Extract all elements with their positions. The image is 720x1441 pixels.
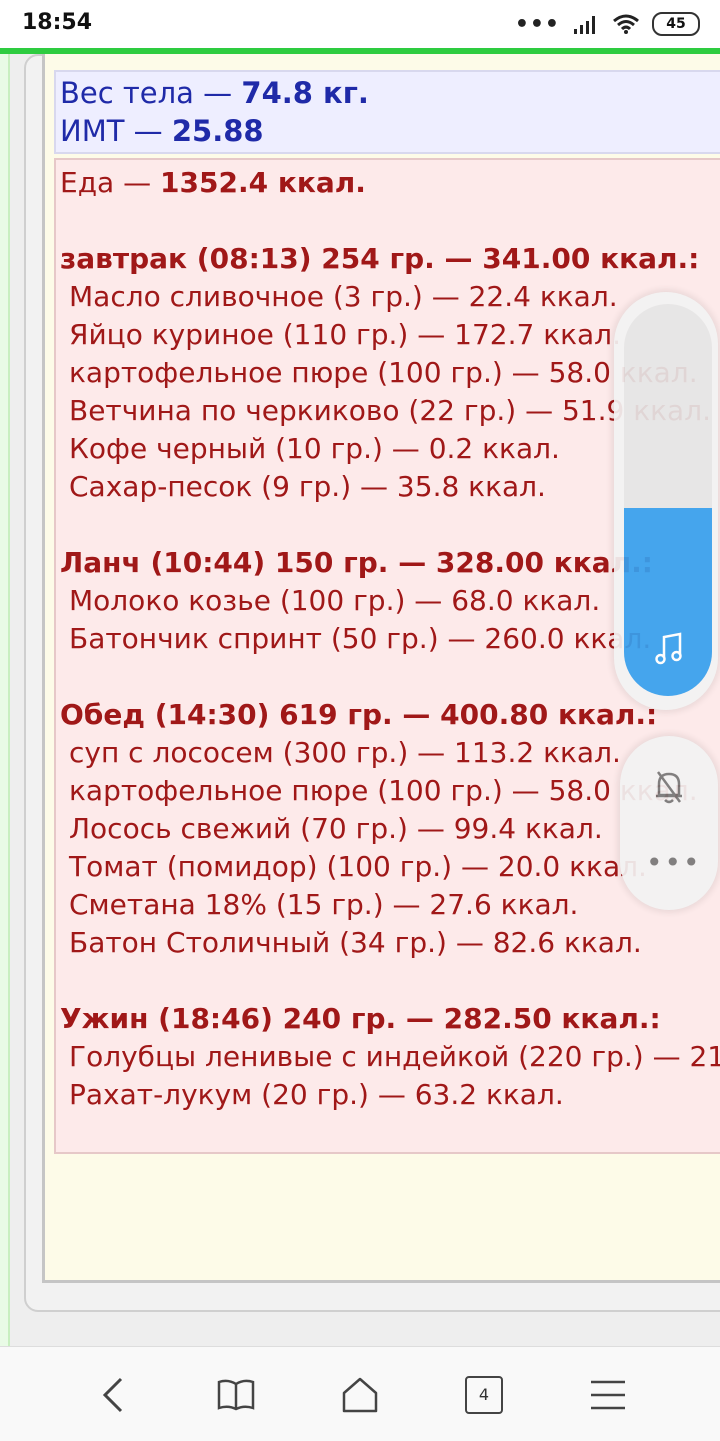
- home-button[interactable]: [334, 1369, 386, 1421]
- volume-slider-panel: [614, 292, 718, 710]
- volume-slider[interactable]: [624, 304, 712, 696]
- food-total-value: 1352.4 ккал.: [160, 166, 366, 199]
- more-options-icon[interactable]: •••: [646, 846, 702, 879]
- meal-header-breakfast: завтрак (08:13) 254 гр. — 341.00 ккал.:: [60, 242, 700, 275]
- signal-icon: [574, 16, 595, 34]
- bell-muted-icon[interactable]: [652, 768, 686, 806]
- sound-options-panel: •••: [620, 736, 718, 910]
- tabs-count: 4: [465, 1376, 503, 1414]
- accent-bar: [0, 48, 720, 54]
- meal-header-lunch: Обед (14:30) 619 гр. — 400.80 ккал.:: [60, 698, 658, 731]
- weight-section: Вес тела — 74.8 кг. ИМТ — 25.88: [54, 70, 720, 154]
- food-item: Масло сливочное (3 гр.) — 22.4 ккал.: [69, 280, 618, 313]
- status-time: 18:54: [22, 10, 93, 35]
- food-item: суп с лососем (300 гр.) — 113.2 ккал.: [69, 736, 621, 769]
- back-button[interactable]: [86, 1369, 138, 1421]
- body-weight-value: 74.8 кг.: [241, 76, 369, 110]
- bmi-value: 25.88: [171, 114, 264, 148]
- food-item: Батон Столичный (34 гр.) — 82.6 ккал.: [69, 926, 642, 959]
- food-item: Сметана 18% (15 гр.) — 27.6 ккал.: [69, 888, 579, 921]
- home-icon: [342, 1377, 378, 1413]
- wifi-icon: [613, 14, 639, 34]
- bmi-line: ИМТ — 25.88: [60, 114, 264, 148]
- tabs-button[interactable]: 4: [458, 1369, 510, 1421]
- food-item: Рахат-лукум (20 гр.) — 63.2 ккал.: [69, 1078, 564, 1111]
- food-item: Голубцы ленивые с индейкой (220 гр.) — 2…: [69, 1040, 720, 1073]
- status-icons: ••• 45: [515, 10, 700, 38]
- status-bar: 18:54 ••• 45: [0, 0, 720, 48]
- volume-level-fill: [624, 507, 712, 696]
- page-left-border: [0, 48, 10, 1348]
- notification-dots-icon: •••: [514, 11, 560, 37]
- music-note-icon[interactable]: [654, 632, 684, 666]
- browser-navbar: 4: [0, 1346, 720, 1441]
- book-icon: [217, 1379, 255, 1411]
- body-weight-line: Вес тела — 74.8 кг.: [60, 76, 369, 110]
- battery-icon: 45: [652, 12, 700, 36]
- chevron-left-icon: [102, 1377, 123, 1413]
- bookmarks-button[interactable]: [210, 1369, 262, 1421]
- meal-header-dinner: Ужин (18:46) 240 гр. — 282.50 ккал.:: [60, 1002, 661, 1035]
- hamburger-menu-icon: [591, 1380, 625, 1410]
- menu-button[interactable]: [582, 1369, 634, 1421]
- food-total-line: Еда — 1352.4 ккал.: [60, 166, 366, 199]
